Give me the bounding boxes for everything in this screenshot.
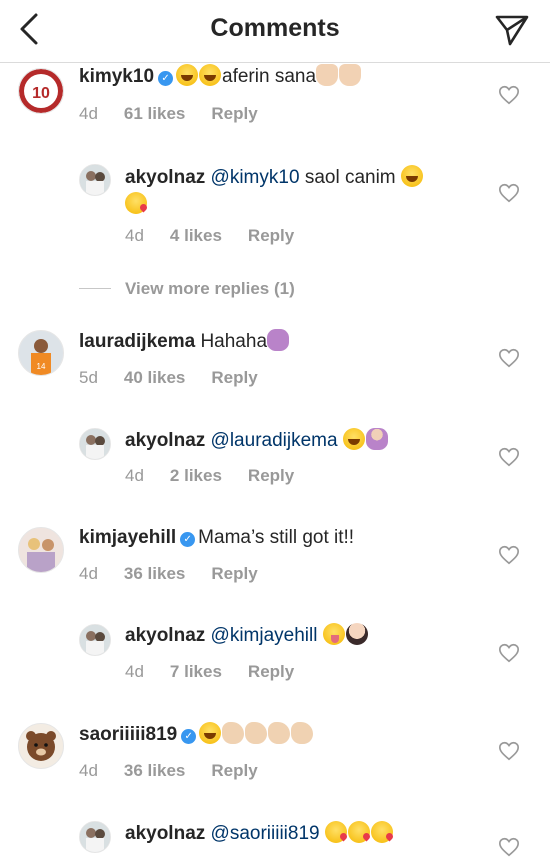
likes-count[interactable]: 36 likes bbox=[124, 761, 185, 780]
mention-link[interactable]: @kimjayehill bbox=[211, 625, 318, 646]
avatar[interactable] bbox=[18, 527, 64, 573]
likes-count[interactable]: 7 likes bbox=[170, 662, 222, 681]
reply-button[interactable]: Reply bbox=[248, 662, 294, 681]
avatar[interactable]: 14 bbox=[18, 330, 64, 376]
comment-text-continued bbox=[125, 191, 148, 218]
verified-badge-icon: ✓ bbox=[158, 71, 174, 86]
kiss-emoji-icon bbox=[125, 192, 147, 214]
svg-text:10: 10 bbox=[32, 85, 50, 102]
reply-button[interactable]: Reply bbox=[248, 466, 294, 485]
thumbs-up-emoji-icon bbox=[316, 64, 339, 86]
comment-username[interactable]: akyolnaz bbox=[125, 823, 205, 844]
likes-count[interactable]: 2 likes bbox=[170, 466, 222, 485]
reply-button[interactable]: Reply bbox=[211, 761, 257, 780]
avatar[interactable] bbox=[79, 821, 111, 853]
kiss-emoji-icon bbox=[370, 821, 393, 843]
comment-text: kimjayehill ✓ Mama’s still got it!! bbox=[79, 527, 355, 548]
clapping-hands-emoji-icon bbox=[245, 722, 268, 744]
laughing-emoji-icon bbox=[176, 64, 199, 86]
verified-badge-icon: ✓ bbox=[180, 532, 196, 547]
page-title: Comments bbox=[210, 14, 340, 42]
comment-meta: 5d 40 likes Reply bbox=[79, 368, 284, 388]
comment-text: akyolnaz @kimjayehill bbox=[125, 622, 369, 649]
reply-button[interactable]: Reply bbox=[211, 104, 257, 123]
direct-message-icon[interactable] bbox=[494, 12, 530, 48]
like-heart-icon[interactable] bbox=[498, 740, 520, 762]
thumbs-up-emoji-icon bbox=[339, 64, 362, 86]
likes-count[interactable]: 36 likes bbox=[124, 564, 185, 583]
svg-text:14: 14 bbox=[37, 362, 46, 371]
comment-username[interactable]: lauradijkema bbox=[79, 331, 195, 352]
avatar[interactable] bbox=[79, 164, 111, 196]
clapping-hands-emoji-icon bbox=[268, 722, 291, 744]
comment-time: 4d bbox=[125, 662, 144, 681]
avatar[interactable] bbox=[79, 428, 111, 460]
woman-emoji-icon bbox=[345, 623, 368, 645]
comment-time: 4d bbox=[125, 226, 144, 245]
view-more-replies-button[interactable]: View more replies (1) bbox=[79, 279, 295, 299]
likes-count[interactable]: 40 likes bbox=[124, 368, 185, 387]
comment-meta: 4d 2 likes Reply bbox=[125, 466, 320, 486]
pregnant-woman-emoji-icon bbox=[365, 428, 388, 450]
comment-meta: 4d 4 likes Reply bbox=[125, 226, 320, 246]
likes-count[interactable]: 61 likes bbox=[124, 104, 185, 123]
clapping-hands-emoji-icon bbox=[222, 722, 245, 744]
likes-count[interactable]: 4 likes bbox=[170, 226, 222, 245]
laughing-emoji-icon bbox=[342, 428, 365, 450]
comment-meta: 4d 7 likes Reply bbox=[125, 662, 320, 682]
comment-text: akyolnaz @kimyk10 saol canim bbox=[125, 164, 424, 191]
divider bbox=[79, 288, 111, 289]
like-heart-icon[interactable] bbox=[498, 84, 520, 106]
comment-username[interactable]: akyolnaz bbox=[125, 430, 205, 451]
like-heart-icon[interactable] bbox=[498, 836, 520, 858]
like-heart-icon[interactable] bbox=[498, 182, 520, 204]
comment-text: kimyk10 ✓ aferin sana bbox=[79, 63, 362, 90]
comment-username[interactable]: saoriiiii819 bbox=[79, 724, 177, 745]
kiss-emoji-icon bbox=[324, 821, 347, 843]
avatar[interactable]: 10 bbox=[18, 68, 64, 114]
comment-text: akyolnaz @saoriiiii819 bbox=[125, 820, 394, 847]
avatar[interactable] bbox=[79, 624, 111, 656]
comment-username[interactable]: kimyk10 bbox=[79, 66, 154, 87]
like-heart-icon[interactable] bbox=[498, 642, 520, 664]
mention-link[interactable]: @saoriiiii819 bbox=[211, 823, 320, 844]
like-heart-icon[interactable] bbox=[498, 347, 520, 369]
comment-username[interactable]: kimjayehill bbox=[79, 527, 176, 548]
clapping-hands-emoji-icon bbox=[291, 722, 314, 744]
header: Comments bbox=[0, 0, 550, 63]
mention-link[interactable]: @kimyk10 bbox=[211, 167, 300, 188]
comment-meta: 4d 61 likes Reply bbox=[79, 104, 284, 124]
comment-time: 4d bbox=[79, 564, 98, 583]
kiss-emoji-icon bbox=[347, 821, 370, 843]
verified-badge-icon: ✓ bbox=[181, 729, 197, 744]
comment-text: lauradijkema Hahaha bbox=[79, 328, 290, 355]
like-heart-icon[interactable] bbox=[498, 446, 520, 468]
laughing-emoji-icon bbox=[199, 64, 222, 86]
comment-time: 5d bbox=[79, 368, 98, 387]
see-no-evil-emoji-icon bbox=[267, 329, 290, 351]
like-heart-icon[interactable] bbox=[498, 544, 520, 566]
avatar[interactable] bbox=[18, 723, 64, 769]
comment-username[interactable]: akyolnaz bbox=[125, 167, 205, 188]
mention-link[interactable]: @lauradijkema bbox=[211, 430, 338, 451]
reply-button[interactable]: Reply bbox=[211, 368, 257, 387]
comment-time: 4d bbox=[79, 104, 98, 123]
comment-time: 4d bbox=[79, 761, 98, 780]
reply-button[interactable]: Reply bbox=[248, 226, 294, 245]
comment-time: 4d bbox=[125, 466, 144, 485]
comment-text: saoriiiii819 ✓ bbox=[79, 721, 314, 748]
comment-meta: 4d 36 likes Reply bbox=[79, 761, 284, 781]
laughing-emoji-icon bbox=[199, 722, 222, 744]
reply-button[interactable]: Reply bbox=[211, 564, 257, 583]
comment-text: akyolnaz @lauradijkema bbox=[125, 427, 389, 454]
laughing-emoji-icon bbox=[400, 165, 423, 187]
comment-username[interactable]: akyolnaz bbox=[125, 625, 205, 646]
comment-meta: 4d 36 likes Reply bbox=[79, 564, 284, 584]
zany-face-emoji-icon bbox=[322, 623, 345, 645]
